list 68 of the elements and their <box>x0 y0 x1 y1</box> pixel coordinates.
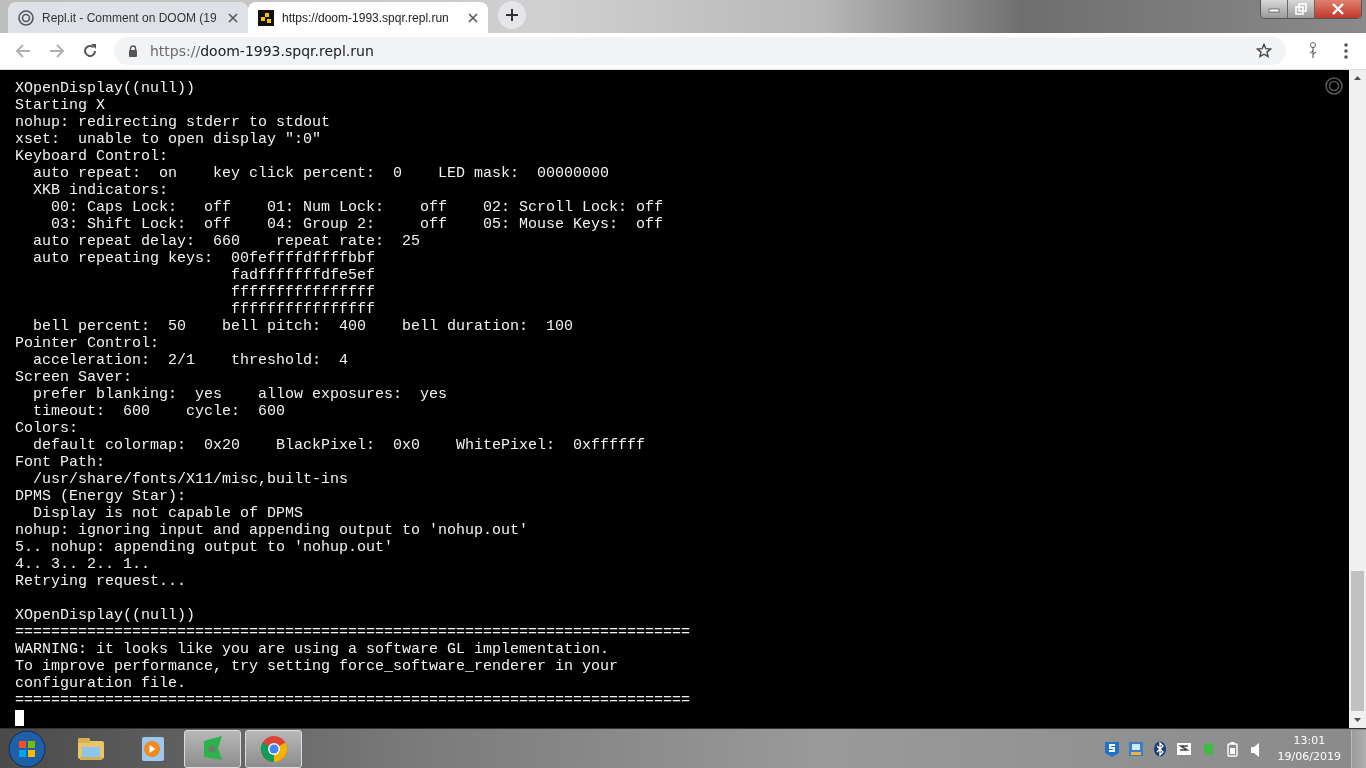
restore-button[interactable] <box>1288 0 1315 18</box>
minimize-button[interactable] <box>1261 0 1288 18</box>
reload-icon[interactable] <box>82 43 98 59</box>
terminal-line: configuration file. <box>15 675 187 692</box>
terminal-line: To improve performance, try setting force_software_renderer in your <box>15 658 619 675</box>
start-button[interactable] <box>8 729 46 768</box>
terminal-line: acceleration: 2/1 threshold: 4 <box>32 352 349 369</box>
terminal-line: bell percent: 50 bell pitch: 400 bell duration: 100 <box>32 318 574 335</box>
plus-icon <box>505 8 519 22</box>
bluetooth-icon[interactable] <box>1151 740 1168 757</box>
terminal-line: ffffffffffffffff <box>230 284 376 301</box>
address-bar[interactable]: https://doom-1993.spqr.repl.run <box>114 37 1286 65</box>
terminal-line: /usr/share/fonts/X11/misc,built-ins <box>32 471 349 488</box>
terminal-line: auto repeat delay: 660 repeat rate: 25 <box>32 233 421 250</box>
terminal-line: auto repeat: on key click percent: 0 LED mask: 00000000 <box>32 165 610 182</box>
terminal-line: Retrying request... <box>15 573 187 590</box>
terminal-line: 5.. nohup: appending output to 'nohup.out' <box>15 539 394 556</box>
terminal-line: default colormap: 0x20 BlackPixel: 0x0 WhitePixel: 0xffffff <box>32 437 646 454</box>
spiral-logo-icon[interactable] <box>1325 77 1343 95</box>
close-icon <box>1331 3 1345 15</box>
terminal-line: =========================================================================== <box>15 624 691 641</box>
terminal-line: Pointer Control: <box>15 335 160 352</box>
clock-time: 13:01 <box>1293 732 1326 749</box>
browser-tab[interactable]: Repl.it - Comment on DOOM (19 <box>8 2 248 33</box>
new-tab-button[interactable] <box>498 1 526 29</box>
minimize-icon <box>1268 5 1280 13</box>
scrollbar[interactable] <box>1349 70 1366 728</box>
url-text: https://doom-1993.spqr.repl.run <box>150 43 375 59</box>
terminal-line: XKB indicators: <box>32 182 169 199</box>
terminal-line: XOpenDisplay((null)) <box>15 80 196 97</box>
pixel-favicon-icon <box>258 9 274 26</box>
clock-date: 19/06/2019 <box>1277 748 1341 765</box>
terminal-line: =========================================================================== <box>15 692 691 709</box>
bookmark-star-icon[interactable] <box>1256 43 1272 59</box>
close-button[interactable] <box>1315 0 1361 18</box>
terminal-line: prefer blanking: yes allow exposures: yes <box>32 386 448 403</box>
tab-title: https://doom-1993.spqr.repl.run <box>282 10 450 25</box>
lock-icon <box>128 45 138 57</box>
terminal-line: xset: unable to open display ":0" <box>15 131 322 148</box>
terminal-line: Starting X <box>15 97 105 114</box>
terminal-line: Keyboard Control: <box>15 148 169 165</box>
terminal-line: 03: Shift Lock: off 04: Group 2: off 05: Mouse Keys: off <box>50 216 664 233</box>
terminal-line: Display is not capable of DPMS <box>32 505 304 522</box>
terminal-line: 00: Caps Lock: off 01: Num Lock: off 02: Scroll Lock: off <box>50 199 664 216</box>
menu-icon[interactable] <box>1344 43 1348 59</box>
close-tab-icon[interactable] <box>468 12 478 23</box>
taskbar-app-button[interactable] <box>184 729 241 768</box>
spiral-logo-icon <box>18 9 34 26</box>
terminal-line: timeout: 600 cycle: 600 <box>32 403 286 420</box>
terminal-line: ffffffffffffffff <box>230 301 376 318</box>
terminal-line: fadfffffffdfe5ef <box>230 267 376 284</box>
terminal-line: XOpenDisplay((null)) <box>15 607 196 624</box>
terminal-line: Colors: <box>15 420 78 437</box>
tab-title: Repl.it - Comment on DOOM (19 <box>42 10 218 25</box>
terminal-line: 4.. 3.. 2.. 1.. <box>15 556 151 573</box>
scrollbar-thumb[interactable] <box>1351 571 1364 711</box>
terminal-line: Font Path: <box>15 454 105 471</box>
terminal-line: Screen Saver: <box>15 369 133 386</box>
terminal-line: nohup: redirecting stderr to stdout <box>15 114 331 131</box>
terminal-line: WARNING: it looks like you are using a software GL implementation. <box>15 641 610 658</box>
browser-tab[interactable]: https://doom-1993.spqr.repl.run <box>248 2 488 33</box>
taskbar-app-button[interactable] <box>245 729 302 768</box>
terminal-line: DPMS (Energy Star): <box>15 488 187 505</box>
restore-icon <box>1295 3 1307 15</box>
terminal-line: nohup: ignoring input and appending output to 'nohup.out' <box>15 522 529 539</box>
shield-icon[interactable] <box>1103 740 1120 757</box>
close-tab-icon[interactable] <box>228 12 238 23</box>
terminal-line: auto repeating keys: 00feffffdffffbbf <box>32 250 376 267</box>
